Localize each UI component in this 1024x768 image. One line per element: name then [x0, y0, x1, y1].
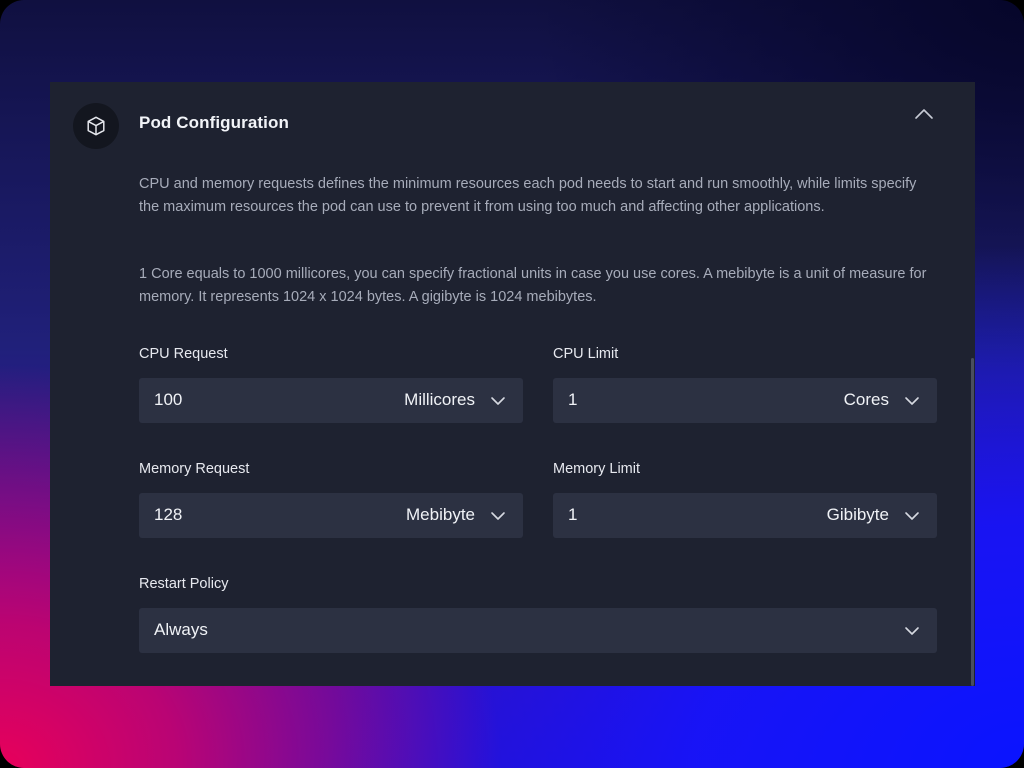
chevron-down-icon[interactable]: [489, 507, 507, 525]
memory-request-unit-select[interactable]: Mebibyte: [406, 505, 475, 525]
memory-limit-value[interactable]: 1: [568, 505, 577, 525]
description-units: 1 Core equals to 1000 millicores, you ca…: [139, 266, 927, 305]
restart-policy-label: Restart Policy: [139, 576, 229, 592]
restart-policy-select[interactable]: Always: [139, 608, 937, 653]
collapse-button[interactable]: [912, 104, 936, 128]
panel-title: Pod Configuration: [139, 113, 289, 132]
cpu-limit-value[interactable]: 1: [568, 390, 577, 410]
memory-request-label: Memory Request: [139, 461, 250, 477]
cpu-request-unit-select[interactable]: Millicores: [404, 390, 475, 410]
cpu-request-value[interactable]: 100: [154, 390, 182, 410]
memory-request-value[interactable]: 128: [154, 505, 182, 525]
scrollbar-thumb[interactable]: [971, 358, 974, 686]
memory-request-field[interactable]: 128 Mebibyte: [139, 493, 523, 538]
pod-configuration-panel: Pod Configuration CPU and memory request…: [50, 82, 975, 686]
restart-policy-value[interactable]: Always: [154, 620, 208, 640]
cpu-limit-label: CPU Limit: [553, 346, 619, 362]
memory-limit-field[interactable]: 1 Gibibyte: [553, 493, 937, 538]
cpu-limit-field[interactable]: 1 Cores: [553, 378, 937, 423]
cpu-limit-unit-select[interactable]: Cores: [844, 390, 889, 410]
description-requests-limits: CPU and memory requests defines the mini…: [139, 176, 917, 215]
chevron-down-icon[interactable]: [903, 622, 921, 640]
chevron-down-icon[interactable]: [489, 392, 507, 410]
chevron-up-icon: [914, 107, 934, 125]
chevron-down-icon[interactable]: [903, 392, 921, 410]
memory-limit-label: Memory Limit: [553, 461, 641, 477]
cpu-request-field[interactable]: 100 Millicores: [139, 378, 523, 423]
scrollbar[interactable]: [971, 82, 975, 686]
cube-icon: [73, 103, 119, 149]
cpu-request-label: CPU Request: [139, 346, 228, 362]
chevron-down-icon[interactable]: [903, 507, 921, 525]
memory-limit-unit-select[interactable]: Gibibyte: [827, 505, 889, 525]
